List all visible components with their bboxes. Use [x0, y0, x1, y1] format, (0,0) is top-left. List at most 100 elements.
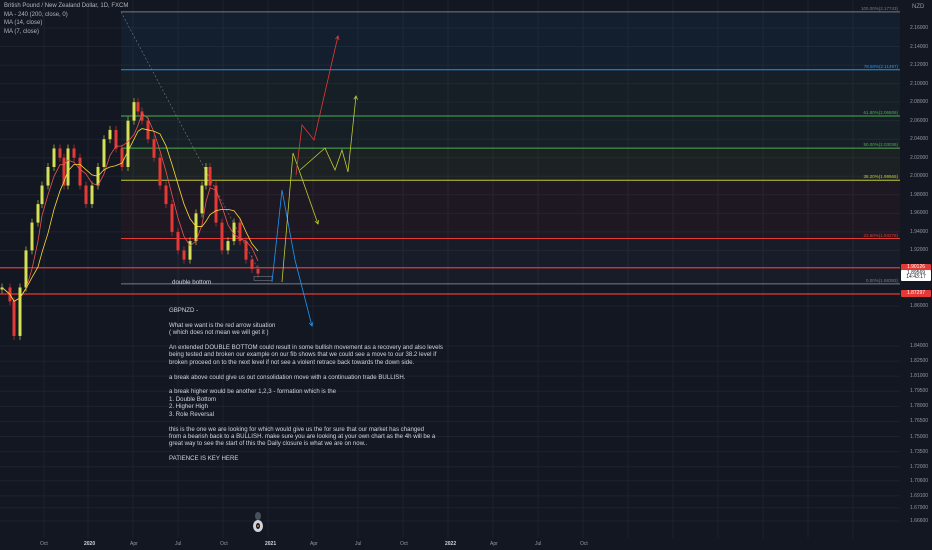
- fib-level-label: 50.00%(2.03036): [863, 142, 898, 148]
- time-tick: Jul: [355, 541, 362, 547]
- fib-level-label: 0.00%(1.88393): [865, 277, 898, 283]
- price-tick: 2.16000: [910, 25, 929, 31]
- fib-zone: [121, 115, 900, 149]
- price-tick: 2.02000: [910, 154, 929, 161]
- time-tick: 2021: [265, 541, 277, 547]
- candle: [204, 167, 208, 186]
- price-tick: 1.82500: [910, 358, 929, 365]
- fib-level-label: 38.20%(1.99565): [863, 174, 898, 180]
- candle: [90, 185, 94, 205]
- price-tick: 2.04000: [910, 136, 929, 143]
- candle: [78, 157, 82, 186]
- time-tick: Oct: [40, 541, 48, 547]
- candle: [170, 204, 174, 232]
- fib-level-label: 78.60%(2.11497): [863, 63, 898, 69]
- price-tick: 2.08000: [910, 99, 929, 106]
- time-tick: 2022: [445, 541, 457, 547]
- price-tick: 1.86000: [910, 303, 929, 309]
- fib-level-label: 23.60%(1.93278): [863, 232, 898, 238]
- candle: [152, 139, 156, 158]
- time-tick: Oct: [220, 541, 228, 547]
- price-tick: 1.81000: [910, 373, 929, 380]
- candle: [58, 148, 62, 158]
- fib-level-label: 100.00%(2.17743): [860, 5, 898, 11]
- price-tick: 2.00000: [910, 173, 929, 180]
- ma-7-indicator[interactable]: MA (7, close): [4, 28, 128, 37]
- candle: [18, 287, 22, 336]
- analysis-note: GBPNZD - What we want is the red arrow s…: [169, 307, 443, 463]
- time-tick: 2020: [84, 541, 96, 547]
- candle: [176, 231, 180, 251]
- candle: [120, 148, 124, 167]
- fib-zone: [121, 148, 900, 181]
- time-axis[interactable]: Oct 2020 Apr Jul Oct 2021 Apr Jul Oct 2022 Apr Jul O…: [0, 538, 900, 550]
- time-tick: Jul: [535, 541, 542, 547]
- price-tick: 1.78000: [910, 403, 929, 410]
- fib-level-label: 61.80%(2.06506): [863, 109, 898, 115]
- candle: [132, 102, 136, 121]
- ma-14-indicator[interactable]: MA (14, close): [4, 19, 128, 28]
- candle: [66, 148, 70, 186]
- candle: [256, 268, 260, 274]
- candle: [200, 185, 204, 214]
- price-tick: 1.96000: [910, 210, 929, 217]
- fib-zone: [121, 238, 900, 284]
- candle: [102, 139, 106, 167]
- time-tick: Apr: [310, 541, 318, 547]
- price-tick: 1.76500: [910, 418, 929, 425]
- ma-240-indicator[interactable]: MA - 240 (200, close, 0): [4, 11, 128, 20]
- price-tick: 1.70600: [910, 477, 929, 484]
- candle: [194, 213, 198, 242]
- price-tick: 1.98000: [910, 191, 929, 198]
- candle: [114, 129, 118, 149]
- price-tick: 1.79500: [910, 388, 929, 395]
- price-tick: 1.69100: [910, 492, 929, 499]
- candle: [30, 222, 34, 251]
- tradingview-logo-icon: [253, 512, 263, 532]
- price-tag: 1.87297: [901, 290, 931, 298]
- candle: [158, 157, 162, 186]
- time-tick: Apr: [490, 541, 498, 547]
- candle: [126, 120, 130, 167]
- fib-zone: [121, 180, 900, 239]
- price-tick: 1.73500: [910, 448, 929, 455]
- price-tick: 1.94000: [910, 228, 929, 235]
- candle: [52, 148, 56, 167]
- time-tick: Oct: [580, 541, 588, 547]
- candle: [108, 129, 112, 140]
- price-tick: 1.92000: [910, 247, 929, 254]
- fib-zone: [121, 11, 900, 70]
- candle: [244, 241, 248, 260]
- symbol-title[interactable]: British Pound / New Zealand Dollar, 1D, …: [4, 2, 128, 11]
- candle: [226, 241, 230, 251]
- candle: [72, 148, 76, 158]
- candle: [24, 250, 28, 288]
- candle: [164, 185, 168, 205]
- candle: [36, 204, 40, 223]
- candle: [208, 167, 212, 186]
- candle: [46, 167, 50, 186]
- time-tick: Oct: [400, 541, 408, 547]
- time-tick: Jul: [175, 541, 182, 547]
- candle: [136, 102, 140, 112]
- double-bottom-label: double bottom: [172, 279, 212, 286]
- candle: [250, 259, 254, 269]
- price-tick: 1.67900: [910, 504, 929, 511]
- candle: [12, 301, 16, 336]
- fib-zone: [121, 69, 900, 116]
- price-tag: 14:43:17: [901, 273, 931, 281]
- candle: [40, 185, 44, 205]
- chart-legend: British Pound / New Zealand Dollar, 1D, …: [4, 2, 128, 36]
- candle: [84, 185, 88, 205]
- candle: [220, 222, 224, 251]
- price-tick: 2.12000: [910, 62, 929, 69]
- price-tick: 1.84000: [910, 343, 929, 349]
- price-tick: 1.66600: [910, 518, 929, 524]
- price-tick: 1.75000: [910, 433, 929, 440]
- time-tick: Apr: [130, 541, 138, 547]
- price-tick: 2.06000: [910, 117, 929, 124]
- price-tick: 2.10000: [910, 80, 929, 87]
- price-tick: 2.14000: [910, 43, 929, 50]
- price-tick: 1.72000: [910, 463, 929, 470]
- candle: [182, 250, 186, 260]
